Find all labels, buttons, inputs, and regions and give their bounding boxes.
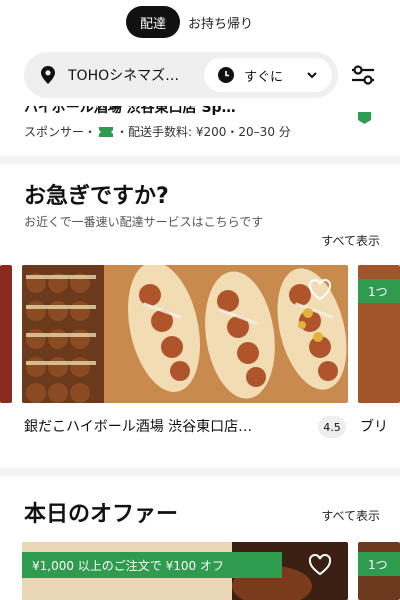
pickup-tab[interactable]: お持ち帰り: [188, 6, 253, 38]
mode-toggle: 配達 お持ち帰り: [0, 6, 400, 38]
delivery-time-label: すぐに: [244, 69, 284, 85]
section-title-offers: 本日のオファー: [24, 502, 179, 527]
sponsored-restaurant-name[interactable]: ハイボール酒場 渋谷東口店 Sp…: [24, 106, 344, 120]
takoyaki-photo: [22, 265, 348, 403]
card-image-takoyaki[interactable]: [22, 265, 348, 403]
promo-tag-2: 1つ: [358, 552, 400, 576]
section-divider: [0, 156, 400, 164]
location-pin-icon: [41, 66, 55, 84]
sponsor-label: スポンサー・: [24, 125, 97, 139]
ticket-icon: [99, 126, 114, 137]
favorite-heart-icon[interactable]: [308, 279, 332, 301]
delivery-info: ・配送手数料: ¥200・20–30 分: [116, 125, 291, 139]
delivery-time-selector[interactable]: すぐに: [204, 58, 332, 92]
rating-badge: 4.5: [318, 416, 346, 438]
promo-tag: 1つ: [358, 279, 400, 303]
see-all-button-offers[interactable]: すべて表示: [321, 507, 380, 524]
location-bar[interactable]: TOHOシネマズ… すぐに: [24, 52, 338, 98]
delivery-tab[interactable]: 配達: [126, 6, 180, 38]
promo-tag-offer: ¥1,000 以上のご注文で ¥100 オフ: [22, 552, 282, 578]
restaurant-name-2[interactable]: ブリ: [360, 416, 400, 436]
sponsored-meta: スポンサー・ ・配送手数料: ¥200・20–30 分: [24, 123, 291, 140]
favorite-heart-icon[interactable]: [308, 554, 332, 576]
filter-icon[interactable]: [350, 63, 376, 87]
section-title-hurry: お急ぎですか?: [24, 184, 169, 209]
restaurant-name[interactable]: 銀だこハイボール酒場 渋谷東口店…: [24, 416, 304, 436]
badge-icon: [358, 112, 371, 124]
see-all-button-hurry[interactable]: すべて表示: [321, 232, 380, 249]
card-image-partial[interactable]: [0, 265, 12, 403]
chevron-down-icon: [307, 72, 317, 79]
section-divider: [0, 468, 400, 476]
clock-icon: [218, 67, 234, 83]
section-subtitle-hurry: お近くで一番速い配達サービスはこちらです: [24, 215, 264, 229]
